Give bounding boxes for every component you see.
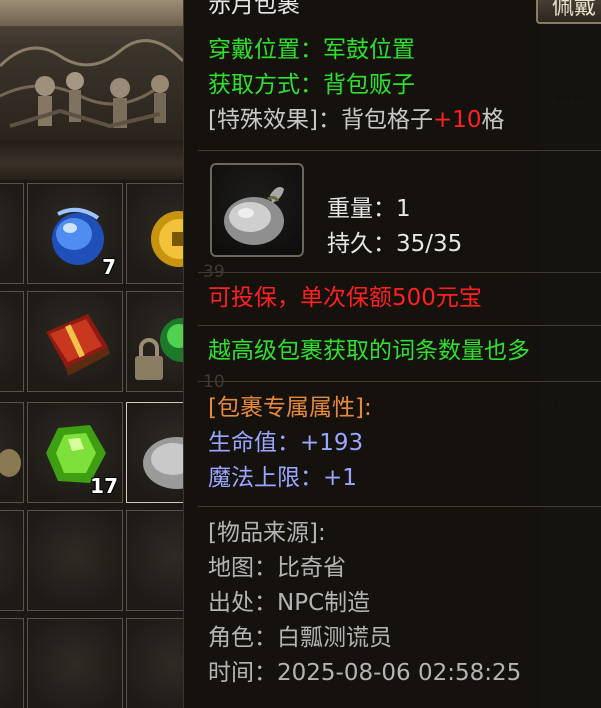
stat-hp: 生命值：+193 bbox=[208, 430, 364, 456]
divider bbox=[198, 381, 601, 382]
inventory-panel: 7 17 bbox=[0, 0, 183, 708]
inventory-slot[interactable] bbox=[27, 618, 123, 708]
exclusive-header: [包裹专属属性]: bbox=[208, 395, 372, 421]
special-effect: [特殊效果]：背包格子+10格 bbox=[208, 107, 505, 133]
inventory-slot[interactable] bbox=[126, 510, 183, 611]
insure-text: 可投保，单次保额500元宝 bbox=[208, 285, 482, 311]
item-quantity: 7 bbox=[102, 255, 116, 279]
source-role: 角色：白瓢测谎员 bbox=[208, 625, 392, 651]
obtain-method: 获取方式：背包贩子 bbox=[208, 72, 415, 98]
item-quantity: 17 bbox=[90, 474, 118, 498]
cloth-sack-icon bbox=[224, 187, 284, 245]
source-header: [物品来源]: bbox=[208, 520, 326, 546]
inventory-slot[interactable] bbox=[126, 183, 183, 284]
source-origin: 出处：NPC制造 bbox=[208, 590, 371, 616]
divider bbox=[198, 150, 601, 151]
inventory-slot[interactable] bbox=[126, 618, 183, 708]
inventory-slot[interactable] bbox=[126, 291, 183, 392]
source-map: 地图：比奇省 bbox=[208, 555, 346, 581]
inventory-slot[interactable]: 3 bbox=[0, 402, 24, 503]
inventory-slot[interactable] bbox=[0, 618, 24, 708]
divider bbox=[198, 506, 601, 507]
wear-position: 穿戴位置：军鼓位置 bbox=[208, 37, 415, 63]
cloth-sack-icon bbox=[143, 437, 183, 489]
ghost-number: 39 bbox=[203, 262, 225, 282]
item-name: 赤月包裹 bbox=[208, 0, 300, 18]
inventory-slot[interactable] bbox=[27, 291, 123, 392]
inventory-slot[interactable]: 17 bbox=[27, 402, 123, 503]
decorative-mural bbox=[0, 0, 183, 140]
gold-coin-icon bbox=[151, 211, 183, 267]
inventory-slot-selected[interactable] bbox=[126, 402, 183, 503]
stat-mp: 魔法上限：+1 bbox=[208, 465, 357, 491]
item-weight: 重量：1 bbox=[327, 196, 411, 222]
special-effect-value: +10 bbox=[432, 107, 482, 133]
stone-icon bbox=[0, 449, 21, 477]
source-time: 时间：2025-08-06 02:58:25 bbox=[208, 660, 522, 686]
inventory-slot[interactable] bbox=[0, 291, 24, 392]
divider bbox=[198, 325, 601, 326]
hint-text: 越高级包裹获取的词条数量也多 bbox=[208, 338, 530, 364]
red-book-icon bbox=[46, 314, 110, 376]
item-tooltip: 赤月包裹 佩戴 穿戴位置：军鼓位置 获取方式：背包贩子 [特殊效果]：背包格子+… bbox=[183, 0, 601, 708]
inventory-slot[interactable] bbox=[27, 510, 123, 611]
inventory-grid: 7 17 bbox=[0, 180, 183, 708]
green-orb-locked-icon bbox=[135, 318, 183, 380]
inventory-slot[interactable]: 7 bbox=[27, 183, 123, 284]
inventory-frame bbox=[0, 140, 183, 180]
divider bbox=[198, 272, 601, 273]
ghost-number: 10 bbox=[203, 372, 225, 392]
wear-tab-button[interactable]: 佩戴 bbox=[536, 0, 601, 24]
inventory-slot[interactable] bbox=[0, 183, 24, 284]
item-icon-frame bbox=[210, 163, 304, 257]
inventory-slot[interactable] bbox=[0, 510, 24, 611]
item-durability: 持久：35/35 bbox=[327, 231, 463, 257]
